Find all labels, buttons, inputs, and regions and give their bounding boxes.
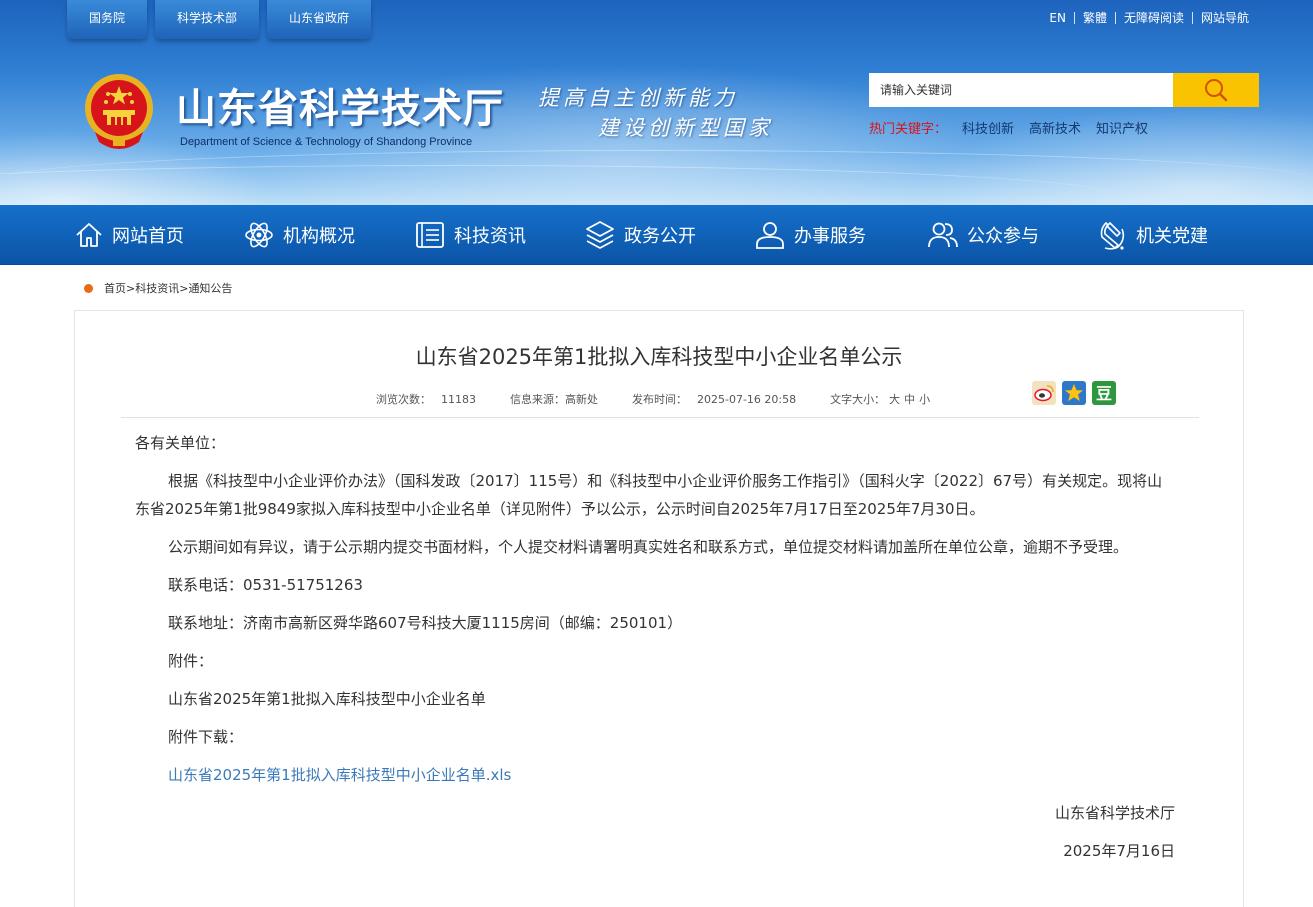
site-header: 国务院 科学技术部 山东省政府 EN 繁體 无障碍阅读 网站导航 山东省科学技术…	[0, 0, 1313, 205]
nav-item-label: 公众参与	[967, 226, 1039, 247]
atom-icon	[245, 222, 273, 248]
top-tabs: 国务院 科学技术部 山东省政府	[67, 0, 372, 40]
font-size-medium[interactable]: 中	[904, 393, 915, 406]
svg-text:豆: 豆	[1096, 384, 1112, 403]
article-title: 山东省2025年第1批拟入库科技型中小企业名单公示	[415, 345, 903, 369]
meta-source-value: 高新处	[565, 393, 598, 406]
link-site-map[interactable]: 网站导航	[1201, 9, 1249, 26]
signer: 山东省科学技术厅	[1054, 804, 1175, 822]
site-subtitle: Department of Science & Technology of Sh…	[180, 136, 473, 148]
home-icon	[76, 223, 102, 247]
link-traditional-chinese[interactable]: 繁體	[1083, 9, 1107, 26]
hot-keyword[interactable]: 科技创新	[962, 118, 1014, 137]
font-size-large[interactable]: 大	[889, 393, 900, 406]
share-buttons: 豆	[1032, 381, 1116, 405]
meta-source: 信息来源：高新处	[510, 391, 598, 407]
paragraph: 公示期间如有异议，请于公示期内提交书面材料，个人提交材料请署明真实姓名和联系方式…	[168, 538, 1129, 556]
hot-keywords-label: 热门关键字：	[869, 122, 948, 137]
divider	[1191, 11, 1193, 24]
nav-item-label: 科技资讯	[454, 226, 526, 247]
nav-item-gov-affairs[interactable]: 政务公开	[584, 205, 696, 265]
top-tab-most[interactable]: 科学技术部	[155, 0, 260, 39]
people-icon	[928, 222, 958, 248]
search-box	[869, 73, 1259, 107]
nav-item-label: 机关党建	[1136, 226, 1208, 247]
sign-date: 2025年7月16日	[1063, 842, 1175, 860]
article-divider	[121, 417, 1199, 418]
nav-item-label: 网站首页	[112, 226, 184, 247]
nav-item-news[interactable]: 科技资讯	[414, 205, 526, 265]
salutation: 各有关单位：	[135, 434, 226, 452]
breadcrumb-separator: >	[126, 281, 136, 295]
meta-views-label: 浏览次数：	[376, 393, 431, 406]
top-links: EN 繁體 无障碍阅读 网站导航	[1049, 9, 1249, 26]
nav-item-public[interactable]: 公众参与	[927, 205, 1039, 265]
breadcrumb-separator: >	[179, 281, 189, 295]
meta-views-value: 11183	[441, 393, 476, 406]
link-english[interactable]: EN	[1049, 11, 1066, 25]
nav-item-home[interactable]: 网站首页	[74, 205, 184, 265]
weibo-share-icon[interactable]	[1032, 381, 1056, 405]
search-button[interactable]	[1173, 73, 1259, 107]
attachment-name: 山东省2025年第1批拟入库科技型中小企业名单	[168, 690, 486, 708]
hot-keyword[interactable]: 高新技术	[1029, 118, 1081, 137]
qzone-share-icon[interactable]	[1062, 381, 1086, 405]
breadcrumb-home[interactable]: 首页	[104, 280, 126, 296]
top-tab-state-council[interactable]: 国务院	[67, 0, 148, 39]
meta-date-value: 2025-07-16 20:58	[697, 393, 797, 406]
layers-icon	[586, 221, 614, 249]
hot-keywords: 热门关键字： 科技创新 高新技术 知识产权	[869, 118, 1148, 137]
person-icon	[756, 222, 784, 249]
top-tab-shandong-gov[interactable]: 山东省政府	[267, 0, 372, 39]
contact-address: 联系地址：济南市高新区舜华路607号科技大厦1115房间（邮编：250101）	[168, 614, 683, 632]
divider	[1073, 11, 1075, 24]
meta-source-label: 信息来源：	[510, 393, 565, 406]
site-title: 山东省科学技术厅	[176, 85, 504, 132]
attachment-label: 附件：	[168, 652, 214, 670]
nav-item-party[interactable]: 机关党建	[1096, 205, 1208, 265]
article-panel: 山东省2025年第1批拟入库科技型中小企业名单公示 浏览次数： 11183 信息来…	[74, 310, 1244, 907]
breadcrumb-notices[interactable]: 通知公告	[188, 280, 232, 296]
nav-item-label: 机构概况	[283, 226, 355, 247]
main-nav: 网站首页 机构概况 科技资讯 政务公开 办事服务 公众参与 机关党建	[0, 205, 1313, 265]
font-size-label: 文字大小：	[830, 393, 886, 406]
breadcrumb: 首页 > 科技资讯 > 通知公告	[84, 280, 232, 296]
hot-keyword[interactable]: 知识产权	[1096, 118, 1148, 137]
meta-views: 浏览次数： 11183	[376, 391, 476, 407]
attachment-download-link[interactable]: 山东省2025年第1批拟入库科技型中小企业名单.xls	[168, 766, 511, 784]
search-icon	[1205, 79, 1228, 102]
divider	[1114, 11, 1116, 24]
article-body: 各有关单位： 根据《科技型中小企业评价办法》（国科发政〔2017〕115号）和《…	[135, 429, 1175, 875]
nav-item-label: 办事服务	[794, 226, 866, 247]
font-size-small[interactable]: 小	[919, 393, 930, 406]
meta-date: 发布时间： 2025-07-16 20:58	[632, 391, 796, 407]
contact-phone: 联系电话：0531-51751263	[168, 576, 363, 594]
download-label: 附件下载：	[168, 728, 244, 746]
slogan-line-1: 提高自主创新能力	[538, 86, 738, 110]
link-accessibility[interactable]: 无障碍阅读	[1124, 9, 1184, 26]
nav-item-services[interactable]: 办事服务	[754, 205, 866, 265]
douban-share-icon[interactable]: 豆	[1092, 381, 1116, 405]
news-list-icon	[416, 222, 444, 248]
article-meta: 浏览次数： 11183 信息来源：高新处 发布时间： 2025-07-16 20:5…	[376, 391, 930, 407]
search-input[interactable]	[869, 73, 1173, 107]
breadcrumb-news[interactable]: 科技资讯	[135, 280, 179, 296]
breadcrumb-dot-icon	[84, 283, 93, 293]
party-emblem-icon	[1100, 222, 1125, 250]
nav-item-about[interactable]: 机构概况	[243, 205, 355, 265]
nav-item-label: 政务公开	[624, 226, 696, 247]
font-size-control: 文字大小：大中小	[830, 391, 930, 407]
national-emblem-icon	[85, 74, 153, 149]
meta-date-label: 发布时间：	[632, 393, 687, 406]
slogan-line-2: 建设创新型国家	[598, 116, 773, 140]
paragraph: 根据《科技型中小企业评价办法》（国科发政〔2017〕115号）和《科技型中小企业…	[135, 472, 1163, 518]
